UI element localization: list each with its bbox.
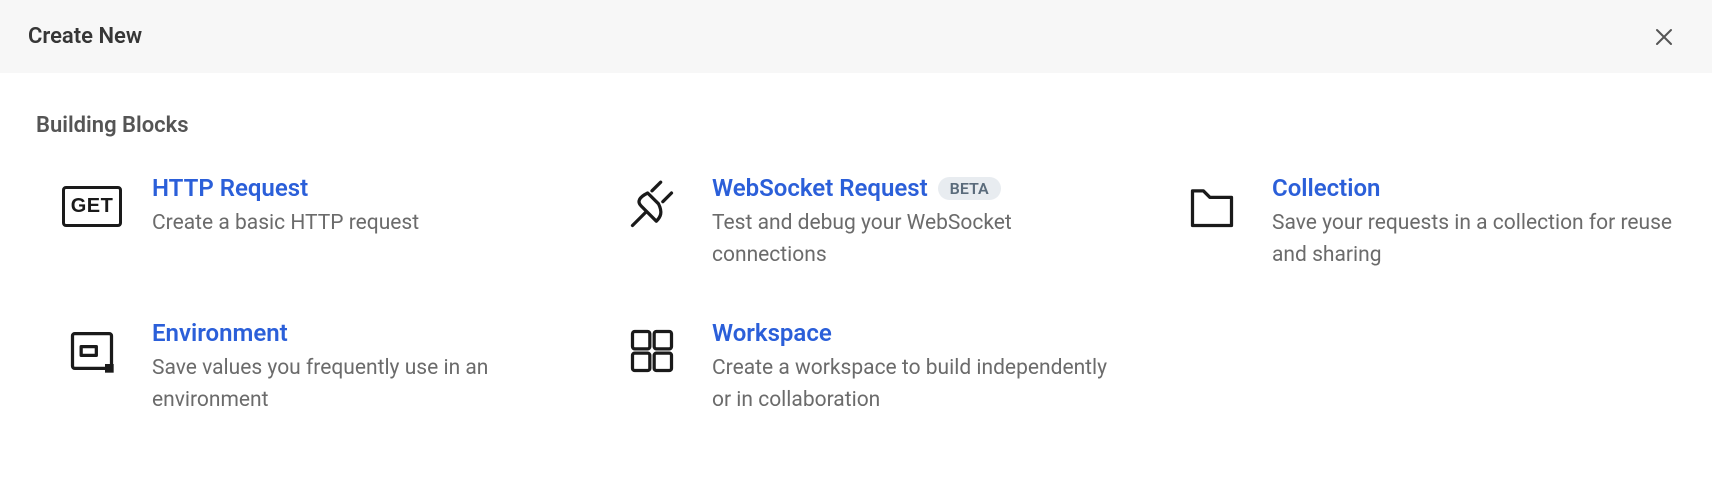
card-body: Environment Save values you frequently u…: [152, 319, 556, 416]
card-description: Save values you frequently use in an env…: [152, 353, 556, 416]
card-body: HTTP Request Create a basic HTTP request: [152, 174, 556, 240]
card-title: Collection: [1272, 174, 1380, 202]
plug-icon: [624, 178, 680, 234]
card-title: WebSocket Request: [712, 174, 928, 202]
card-description: Save your requests in a collection for r…: [1272, 208, 1676, 271]
dialog-title: Create New: [28, 24, 142, 49]
card-body: Workspace Create a workspace to build in…: [712, 319, 1116, 416]
section-title: Building Blocks: [36, 113, 1676, 138]
card-description: Test and debug your WebSocket connection…: [712, 208, 1116, 271]
card-description: Create a workspace to build independentl…: [712, 353, 1116, 416]
card-http-request[interactable]: GET HTTP Request Create a basic HTTP req…: [36, 174, 556, 271]
beta-badge: BETA: [938, 177, 1001, 200]
card-title: Environment: [152, 319, 288, 347]
card-environment[interactable]: Environment Save values you frequently u…: [36, 319, 556, 416]
grid-icon: [624, 323, 680, 379]
card-websocket-request[interactable]: WebSocket Request BETA Test and debug yo…: [596, 174, 1116, 271]
folder-icon: [1184, 178, 1240, 234]
dialog-header: Create New: [0, 0, 1712, 73]
card-body: WebSocket Request BETA Test and debug yo…: [712, 174, 1116, 271]
card-body: Collection Save your requests in a colle…: [1272, 174, 1676, 271]
building-blocks-grid: GET HTTP Request Create a basic HTTP req…: [36, 174, 1676, 416]
card-description: Create a basic HTTP request: [152, 208, 556, 240]
card-collection[interactable]: Collection Save your requests in a colle…: [1156, 174, 1676, 271]
card-title: HTTP Request: [152, 174, 308, 202]
close-button[interactable]: [1652, 25, 1676, 49]
close-icon: [1652, 25, 1676, 49]
get-icon: GET: [64, 178, 120, 234]
dialog-content: Building Blocks GET HTTP Request Create …: [0, 73, 1712, 456]
card-workspace[interactable]: Workspace Create a workspace to build in…: [596, 319, 1116, 416]
card-title: Workspace: [712, 319, 832, 347]
environment-icon: [64, 323, 120, 379]
